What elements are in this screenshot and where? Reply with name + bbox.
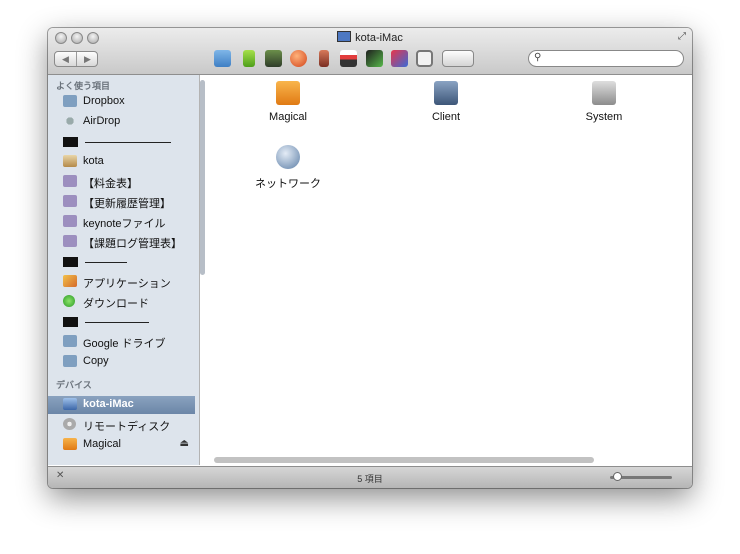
wand-icon[interactable] bbox=[391, 50, 408, 67]
sidebar: よく使う項目 Dropbox AirDrop kota 【料金表】 【更新履歴管… bbox=[48, 75, 200, 465]
search-icon: ⚲ bbox=[534, 52, 542, 63]
sidebar-item-redacted-1[interactable] bbox=[48, 133, 195, 151]
sidebar-item-dropbox[interactable]: Dropbox bbox=[48, 93, 195, 111]
pill-button-icon[interactable] bbox=[442, 50, 474, 67]
file-area: Magical Client System ネットワーク bbox=[208, 75, 692, 465]
sidebar-item-magical[interactable]: Magical ⏏ bbox=[48, 436, 195, 454]
network-share-icon bbox=[434, 81, 458, 105]
eject-icon[interactable]: ⏏ bbox=[180, 438, 189, 449]
fullscreen-icon[interactable]: ⤢ bbox=[678, 31, 686, 42]
file-item-client[interactable]: Client bbox=[401, 81, 491, 123]
folder-icon bbox=[63, 95, 77, 107]
status-bar: ✕ 5 項目 bbox=[48, 466, 692, 488]
window-title: kota-iMac bbox=[48, 31, 692, 44]
search-field[interactable]: ⚲ bbox=[528, 50, 684, 67]
slider-knob[interactable] bbox=[613, 472, 622, 481]
sidebar-item-redacted-2[interactable] bbox=[48, 253, 195, 271]
photo-icon[interactable] bbox=[214, 50, 231, 67]
sidebar-item-kota-imac[interactable]: kota-iMac bbox=[48, 396, 195, 414]
globe-icon bbox=[276, 145, 300, 169]
disc-icon bbox=[63, 418, 76, 430]
download-icon bbox=[63, 295, 75, 307]
home-icon bbox=[63, 155, 77, 167]
redacted-icon bbox=[63, 137, 78, 147]
sidebar-item-downloads[interactable]: ダウンロード bbox=[48, 293, 195, 311]
file-item-system[interactable]: System bbox=[559, 81, 649, 123]
sidebar-item-redacted-3[interactable] bbox=[48, 313, 195, 331]
folder-icon bbox=[63, 335, 77, 347]
sidebar-item-update-history[interactable]: 【更新履歴管理】 bbox=[48, 193, 195, 211]
sidebar-item-google-drive[interactable]: Google ドライブ bbox=[48, 333, 195, 351]
back-button[interactable]: ◀ bbox=[55, 52, 77, 66]
redacted-line bbox=[85, 262, 127, 263]
airdrop-icon bbox=[63, 115, 77, 127]
ball-icon[interactable] bbox=[290, 50, 307, 67]
redacted-line bbox=[85, 322, 149, 323]
imac-icon bbox=[63, 398, 77, 410]
file-item-magical[interactable]: Magical bbox=[243, 81, 333, 123]
sidebar-item-keynote[interactable]: keynoteファイル bbox=[48, 213, 195, 231]
sidebar-item-kota[interactable]: kota bbox=[48, 153, 195, 171]
devices-heading: デバイス bbox=[56, 380, 92, 390]
file-item-network[interactable]: ネットワーク bbox=[243, 145, 333, 191]
folder-icon bbox=[63, 215, 77, 227]
printer-icon[interactable] bbox=[265, 50, 282, 67]
folder-icon bbox=[63, 195, 77, 207]
title-bar: kota-iMac ⤢ ◀ ▶ ⚲ bbox=[48, 28, 692, 75]
horizontal-scrollbar[interactable] bbox=[214, 457, 594, 463]
orange-drive-icon bbox=[276, 81, 300, 105]
item-count: 5 項目 bbox=[357, 474, 383, 484]
finder-window: kota-iMac ⤢ ◀ ▶ ⚲ よく使う項目 Dropbox AirDrop bbox=[48, 28, 692, 488]
sushi-icon[interactable] bbox=[340, 50, 357, 67]
computer-icon bbox=[337, 31, 352, 42]
sidebar-item-applications[interactable]: アプリケーション bbox=[48, 273, 195, 291]
sidebar-item-copy[interactable]: Copy bbox=[48, 353, 195, 371]
folder-icon bbox=[63, 235, 77, 247]
square-button-icon[interactable] bbox=[416, 50, 433, 67]
screen-icon[interactable] bbox=[366, 50, 383, 67]
forward-button[interactable]: ▶ bbox=[77, 52, 98, 66]
sidebar-item-airdrop[interactable]: AirDrop bbox=[48, 113, 195, 131]
favorites-heading: よく使う項目 bbox=[56, 81, 111, 91]
applications-icon bbox=[63, 275, 77, 287]
sidebar-scrollbar[interactable] bbox=[200, 80, 205, 275]
folder-icon bbox=[63, 175, 77, 187]
sidebar-item-issue-log[interactable]: 【課題ログ管理表】 bbox=[48, 233, 195, 251]
nav-buttons: ◀ ▶ bbox=[54, 51, 98, 67]
redacted-icon bbox=[63, 257, 78, 267]
redacted-icon bbox=[63, 317, 78, 327]
drive-icon bbox=[63, 438, 77, 450]
sidebar-item-price-list[interactable]: 【料金表】 bbox=[48, 173, 195, 191]
sidebar-item-remote-disc[interactable]: リモートディスク bbox=[48, 416, 195, 434]
folder-icon bbox=[63, 355, 77, 367]
redacted-line bbox=[85, 142, 171, 143]
green-bar-icon[interactable] bbox=[243, 50, 255, 67]
hard-disk-icon bbox=[592, 81, 616, 105]
person-icon[interactable] bbox=[319, 50, 329, 67]
